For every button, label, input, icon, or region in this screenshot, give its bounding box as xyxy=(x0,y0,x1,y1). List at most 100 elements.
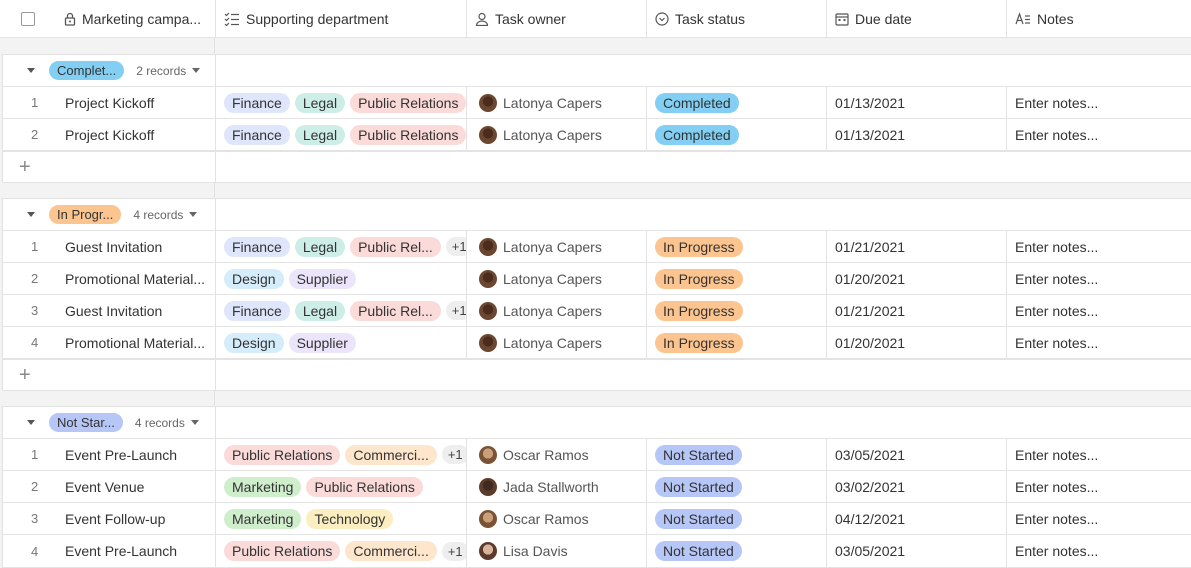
notes-cell[interactable]: Enter notes... xyxy=(1007,471,1191,502)
column-header-name[interactable]: Marketing campa... xyxy=(56,0,216,37)
department-cell[interactable]: Design Supplier xyxy=(216,327,467,358)
status-cell[interactable]: In Progress xyxy=(647,295,827,326)
task-name-cell[interactable]: Guest Invitation xyxy=(65,231,216,262)
task-name-cell[interactable]: Project Kickoff xyxy=(65,119,216,150)
department-cell[interactable]: Marketing Public Relations xyxy=(216,471,467,502)
due-date-cell[interactable]: 01/13/2021 xyxy=(827,119,1007,150)
column-header-due-date[interactable]: Due date xyxy=(827,0,1007,37)
task-name-cell[interactable]: Project Kickoff xyxy=(65,87,216,118)
table-row[interactable]: 4 Event Pre-Launch Public Relations Commerc… xyxy=(3,535,1191,567)
collapse-toggle-icon[interactable] xyxy=(27,420,35,425)
table-row[interactable]: 2 Promotional Material... Design Supplier La… xyxy=(3,263,1191,295)
due-date-cell[interactable]: 03/02/2021 xyxy=(827,471,1007,502)
add-record-button[interactable]: + xyxy=(3,360,216,390)
row-number: 1 xyxy=(31,447,39,462)
column-header-owner[interactable]: Task owner xyxy=(467,0,647,37)
table-row[interactable]: 3 Event Follow-up Marketing Technology Oscar… xyxy=(3,503,1191,535)
row-number: 1 xyxy=(31,239,39,254)
owner-cell[interactable]: Latonya Capers xyxy=(467,327,647,358)
task-name-cell[interactable]: Event Pre-Launch xyxy=(65,535,216,567)
column-header-department[interactable]: Supporting department xyxy=(216,0,467,37)
status-cell[interactable]: Completed xyxy=(647,119,827,150)
department-cell[interactable]: Finance Legal Public Relations xyxy=(216,87,467,118)
status-cell[interactable]: Not Started xyxy=(647,439,827,470)
owner-cell[interactable]: Latonya Capers xyxy=(467,295,647,326)
due-date-cell[interactable]: 01/13/2021 xyxy=(827,87,1007,118)
owner-cell[interactable]: Latonya Capers xyxy=(467,231,647,262)
owner-cell[interactable]: Oscar Ramos xyxy=(467,503,647,534)
owner-cell[interactable]: Oscar Ramos xyxy=(467,439,647,470)
record-group: Complet... 2 records 1 Project Kickoff Finan… xyxy=(2,54,1191,183)
department-cell[interactable]: Finance Legal Public Rel... +1 xyxy=(216,295,467,326)
table-row[interactable]: 2 Project Kickoff Finance Legal Public Relat… xyxy=(3,119,1191,151)
department-cell[interactable]: Finance Legal Public Rel... +1 xyxy=(216,231,467,262)
table-row[interactable]: 1 Event Pre-Launch Public Relations Commerc… xyxy=(3,439,1191,471)
collapse-toggle-icon[interactable] xyxy=(27,68,35,73)
due-date-cell[interactable]: 01/21/2021 xyxy=(827,231,1007,262)
column-header-notes[interactable]: Notes xyxy=(1007,0,1191,37)
department-cell[interactable]: Design Supplier xyxy=(216,263,467,294)
record-count-dropdown[interactable]: 2 records xyxy=(136,64,201,78)
task-name-cell[interactable]: Guest Invitation xyxy=(65,295,216,326)
task-name-cell[interactable]: Promotional Material... xyxy=(65,263,216,294)
department-tag: Public Rel... xyxy=(350,236,441,257)
table-row[interactable]: 3 Guest Invitation Finance Legal Public Rel.… xyxy=(3,295,1191,327)
status-cell[interactable]: In Progress xyxy=(647,327,827,358)
notes-cell[interactable]: Enter notes... xyxy=(1007,439,1191,470)
department-tag: Commerci... xyxy=(345,541,437,561)
status-cell[interactable]: In Progress xyxy=(647,263,827,294)
status-cell[interactable]: Not Started xyxy=(647,535,827,567)
department-tag: Public Relations xyxy=(224,444,341,465)
due-date-cell[interactable]: 03/05/2021 xyxy=(827,535,1007,567)
owner-cell[interactable]: Latonya Capers xyxy=(467,87,647,118)
add-record-button[interactable]: + xyxy=(3,152,216,182)
department-cell[interactable]: Finance Legal Public Relations xyxy=(216,119,467,150)
due-date-cell[interactable]: 01/21/2021 xyxy=(827,295,1007,326)
record-count-dropdown[interactable]: 4 records xyxy=(133,208,198,222)
notes-cell[interactable]: Enter notes... xyxy=(1007,295,1191,326)
department-cell[interactable]: Public Relations Commerci... +1 xyxy=(216,439,467,470)
notes-cell[interactable]: Enter notes... xyxy=(1007,87,1191,118)
record-count-dropdown[interactable]: 4 records xyxy=(135,416,199,430)
notes-cell[interactable]: Enter notes... xyxy=(1007,119,1191,150)
more-tags-badge[interactable]: +1 xyxy=(445,301,466,320)
more-tags-badge[interactable]: +1 xyxy=(445,237,466,256)
select-all-checkbox-cell[interactable] xyxy=(0,0,56,37)
status-cell[interactable]: Completed xyxy=(647,87,827,118)
notes-cell[interactable]: Enter notes... xyxy=(1007,503,1191,534)
row-number: 2 xyxy=(31,271,39,286)
notes-cell[interactable]: Enter notes... xyxy=(1007,327,1191,358)
due-date-cell[interactable]: 04/12/2021 xyxy=(827,503,1007,534)
task-name-cell[interactable]: Event Pre-Launch xyxy=(65,439,216,470)
owner-cell[interactable]: Jada Stallworth xyxy=(467,471,647,502)
task-name-cell[interactable]: Event Follow-up xyxy=(65,503,216,534)
table-row[interactable]: 1 Guest Invitation Finance Legal Public Rel.… xyxy=(3,231,1191,263)
due-date-cell[interactable]: 01/20/2021 xyxy=(827,263,1007,294)
due-date-cell[interactable]: 03/05/2021 xyxy=(827,439,1007,470)
owner-cell[interactable]: Lisa Davis xyxy=(467,535,647,567)
notes-cell[interactable]: Enter notes... xyxy=(1007,535,1191,567)
table-row[interactable]: 4 Promotional Material... Design Supplier La… xyxy=(3,327,1191,359)
notes-cell[interactable]: Enter notes... xyxy=(1007,263,1191,294)
more-tags-badge[interactable]: +1 xyxy=(441,541,466,561)
owner-cell[interactable]: Latonya Capers xyxy=(467,119,647,150)
task-name-cell[interactable]: Event Venue xyxy=(65,471,216,502)
row-number: 2 xyxy=(31,127,39,142)
status-cell[interactable]: Not Started xyxy=(647,471,827,502)
due-date-cell[interactable]: 01/20/2021 xyxy=(827,327,1007,358)
owner-cell[interactable]: Latonya Capers xyxy=(467,263,647,294)
department-tag: Supplier xyxy=(288,268,356,289)
task-name-cell[interactable]: Promotional Material... xyxy=(65,327,216,358)
department-cell[interactable]: Marketing Technology xyxy=(216,503,467,534)
status-cell[interactable]: In Progress xyxy=(647,231,827,262)
table-row[interactable]: 1 Project Kickoff Finance Legal Public Relat… xyxy=(3,87,1191,119)
select-all-checkbox[interactable] xyxy=(21,11,35,26)
column-header-status[interactable]: Task status xyxy=(647,0,827,37)
department-cell[interactable]: Public Relations Commerci... +1 xyxy=(216,535,467,567)
status-cell[interactable]: Not Started xyxy=(647,503,827,534)
collapse-toggle-icon[interactable] xyxy=(27,212,35,217)
more-tags-badge[interactable]: +1 xyxy=(441,445,466,464)
notes-cell[interactable]: Enter notes... xyxy=(1007,231,1191,262)
status-badge: In Progress xyxy=(655,236,743,257)
table-row[interactable]: 2 Event Venue Marketing Public Relations Jad… xyxy=(3,471,1191,503)
